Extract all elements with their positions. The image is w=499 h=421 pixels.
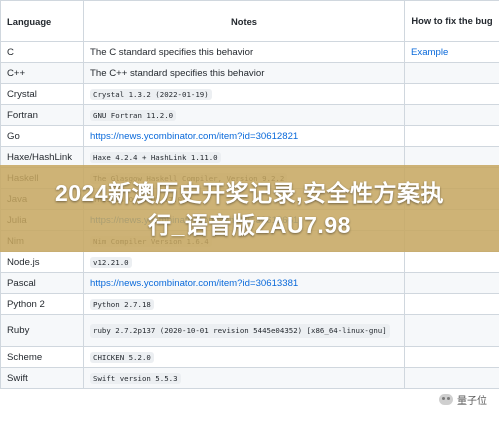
table-row: Node.js v12.21.0 [0,251,499,273]
cell-language: Go [0,125,84,147]
fix-example-link[interactable]: Example [411,47,448,58]
cell-notes: CHICKEN 5.2.0 [83,346,405,368]
notes-link[interactable]: https://news.ycombinator.com/item?id=306… [90,278,298,289]
table-row: Python 2 Python 2.7.18 [0,293,499,315]
header-notes: Notes [83,0,405,42]
cell-how-to-fix [404,251,499,273]
notes-code: v12.21.0 [90,256,132,268]
notes-code: Python 2.7.18 [90,298,154,310]
table-row: Pascal https://news.ycombinator.com/item?… [0,272,499,294]
cell-language: Pascal [0,272,84,294]
notes-code: Swift version 5.5.3 [90,372,181,384]
cell-language: Scheme [0,346,84,368]
header-language: Language [0,0,84,42]
cell-language: C++ [0,62,84,84]
cell-language: Crystal [0,83,84,105]
table-row: C The C standard specifies this behavior E… [0,41,499,63]
cell-language: Fortran [0,104,84,126]
header-how-to-fix: How to fix the bug [404,0,499,42]
cell-notes: Swift version 5.5.3 [83,367,405,389]
watermark: 量子位 [439,392,487,407]
cell-notes: Crystal 1.3.2 (2022-01-19) [83,83,405,105]
cell-notes: ruby 2.7.2p137 (2020-10-01 revision 5445… [83,314,405,347]
cell-notes: The C++ standard specifies this behavior [83,62,405,84]
cell-how-to-fix [404,62,499,84]
wechat-icon [439,394,453,405]
cell-how-to-fix [404,125,499,147]
cell-notes: https://news.ycombinator.com/item?id=306… [83,125,405,147]
table-row: Fortran GNU Fortran 11.2.0 [0,104,499,126]
notes-code: ruby 2.7.2p137 (2020-10-01 revision 5445… [90,323,390,338]
notes-link[interactable]: https://news.ycombinator.com/item?id=306… [90,131,298,142]
cell-language: Python 2 [0,293,84,315]
notes-code: Crystal 1.3.2 (2022-01-19) [90,88,212,100]
cell-language: Node.js [0,251,84,273]
cell-language: C [0,41,84,63]
cell-how-to-fix [404,272,499,294]
table-row: Scheme CHICKEN 5.2.0 [0,346,499,368]
cell-notes: The C standard specifies this behavior [83,41,405,63]
cell-language: Swift [0,367,84,389]
notes-code: Haxe 4.2.4 + HashLink 1.11.0 [90,151,221,163]
banner-line-2: 行_语音版ZAU7.98 [148,211,351,238]
notes-code: GNU Fortran 11.2.0 [90,109,177,121]
cell-language: Ruby [0,314,84,347]
notes-text: The C++ standard specifies this behavior [90,67,265,79]
table-row: Crystal Crystal 1.3.2 (2022-01-19) [0,83,499,105]
cell-notes: GNU Fortran 11.2.0 [83,104,405,126]
cell-notes: v12.21.0 [83,251,405,273]
cell-how-to-fix [404,367,499,389]
cell-how-to-fix [404,83,499,105]
cell-how-to-fix [404,293,499,315]
cell-notes: Python 2.7.18 [83,293,405,315]
notes-text: The C standard specifies this behavior [90,46,254,58]
cell-how-to-fix [404,314,499,347]
watermark-text: 量子位 [457,396,487,407]
cell-notes: https://news.ycombinator.com/item?id=306… [83,272,405,294]
notes-code: CHICKEN 5.2.0 [90,351,154,363]
banner-line-1: 2024新澳历史开奖记录,安全性方案执 [54,179,445,206]
table-row: Ruby ruby 2.7.2p137 (2020-10-01 revision … [0,314,499,347]
overlay-banner: 2024新澳历史开奖记录,安全性方案执 行_语音版ZAU7.98 [0,165,499,252]
table-row: Go https://news.ycombinator.com/item?id=3… [0,125,499,147]
table-row: Swift Swift version 5.5.3 [0,367,499,389]
cell-how-to-fix [404,346,499,368]
cell-how-to-fix: Example [404,41,499,63]
table-row: C++ The C++ standard specifies this behav… [0,62,499,84]
cell-how-to-fix [404,104,499,126]
table-header-row: Language Notes How to fix the bug [0,0,499,42]
